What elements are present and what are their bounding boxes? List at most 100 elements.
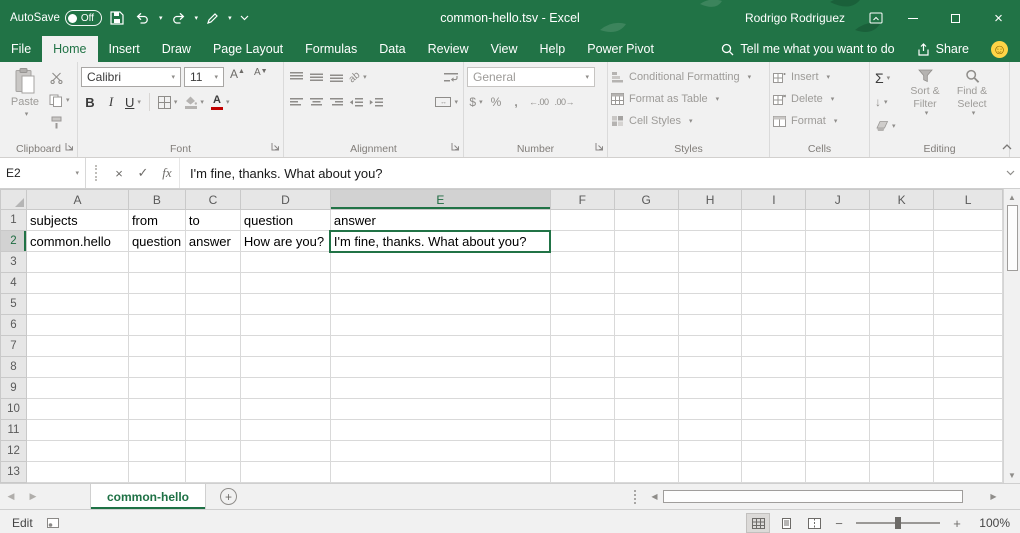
cell-B12[interactable] — [128, 441, 185, 462]
row-header-7[interactable]: 7 — [1, 336, 27, 357]
cell-E11[interactable] — [330, 420, 550, 441]
underline-button[interactable]: U▾ — [123, 92, 143, 112]
row-header-11[interactable]: 11 — [1, 420, 27, 441]
cell-J13[interactable] — [806, 462, 870, 483]
cell-D13[interactable] — [240, 462, 330, 483]
cell-E12[interactable] — [330, 441, 550, 462]
row-header-6[interactable]: 6 — [1, 315, 27, 336]
cell-B13[interactable] — [128, 462, 185, 483]
tell-me-box[interactable]: Tell me what you want to do — [721, 42, 894, 56]
row-header-4[interactable]: 4 — [1, 273, 27, 294]
cell-F7[interactable] — [550, 336, 614, 357]
cell-C10[interactable] — [185, 399, 240, 420]
cell-H4[interactable] — [678, 273, 742, 294]
cell-A2[interactable]: common.hello — [26, 231, 128, 252]
cell-D3[interactable] — [240, 252, 330, 273]
cell-B2[interactable]: question — [128, 231, 185, 252]
cell-J4[interactable] — [806, 273, 870, 294]
cell-styles-button[interactable]: Cell Styles▾ — [611, 110, 766, 131]
font-name-select[interactable]: Calibri▾ — [81, 67, 181, 87]
cell-G10[interactable] — [614, 399, 678, 420]
cell-D8[interactable] — [240, 357, 330, 378]
sort-filter-button[interactable]: Sort & Filter ▾ — [902, 65, 949, 140]
cell-L13[interactable] — [934, 462, 1003, 483]
cell-G5[interactable] — [614, 294, 678, 315]
decrease-indent-button[interactable] — [347, 92, 365, 112]
cell-A10[interactable] — [26, 399, 128, 420]
cell-C6[interactable] — [185, 315, 240, 336]
cell-E13[interactable] — [330, 462, 550, 483]
cell-L9[interactable] — [934, 378, 1003, 399]
alignment-dialog-launcher[interactable] — [451, 140, 460, 154]
cell-A5[interactable] — [26, 294, 128, 315]
cell-G8[interactable] — [614, 357, 678, 378]
name-box[interactable]: E2 ▾ — [0, 158, 86, 188]
column-header-J[interactable]: J — [806, 190, 870, 210]
number-dialog-launcher[interactable] — [595, 140, 604, 154]
column-header-C[interactable]: C — [185, 190, 240, 210]
cell-C3[interactable] — [185, 252, 240, 273]
cell-I12[interactable] — [742, 441, 806, 462]
percent-style-button[interactable]: % — [487, 92, 505, 112]
align-left-button[interactable] — [287, 92, 305, 112]
cell-J12[interactable] — [806, 441, 870, 462]
cell-G9[interactable] — [614, 378, 678, 399]
cell-E1[interactable]: answer — [330, 210, 550, 231]
row-header-9[interactable]: 9 — [1, 378, 27, 399]
cell-B8[interactable] — [128, 357, 185, 378]
undo-button[interactable] — [132, 6, 153, 30]
tab-formulas[interactable]: Formulas — [294, 36, 368, 62]
cell-H11[interactable] — [678, 420, 742, 441]
number-format-select[interactable]: General▾ — [467, 67, 595, 87]
new-sheet-button[interactable]: + — [220, 488, 237, 505]
cell-I11[interactable] — [742, 420, 806, 441]
cell-B4[interactable] — [128, 273, 185, 294]
cell-E10[interactable] — [330, 399, 550, 420]
fill-color-button[interactable]: ▾ — [182, 92, 206, 112]
row-header-5[interactable]: 5 — [1, 294, 27, 315]
cell-K6[interactable] — [870, 315, 934, 336]
cell-F8[interactable] — [550, 357, 614, 378]
cell-L6[interactable] — [934, 315, 1003, 336]
cell-A4[interactable] — [26, 273, 128, 294]
cell-D11[interactable] — [240, 420, 330, 441]
cell-H13[interactable] — [678, 462, 742, 483]
column-header-D[interactable]: D — [240, 190, 330, 210]
column-header-E[interactable]: E — [330, 190, 550, 210]
cell-J11[interactable] — [806, 420, 870, 441]
cell-I4[interactable] — [742, 273, 806, 294]
vertical-scrollbar[interactable]: ▲ ▼ — [1003, 189, 1020, 483]
cell-E2[interactable]: I'm fine, thanks. What about you? — [330, 231, 550, 252]
tab-insert[interactable]: Insert — [98, 36, 151, 62]
copy-button[interactable]: ▾ — [47, 90, 72, 110]
cell-L7[interactable] — [934, 336, 1003, 357]
cell-F2[interactable] — [550, 231, 614, 252]
zoom-out-button[interactable]: − — [830, 516, 848, 531]
scroll-left-arrow[interactable]: ◀ — [646, 484, 663, 509]
page-break-preview-button[interactable] — [802, 513, 826, 533]
row-header-12[interactable]: 12 — [1, 441, 27, 462]
align-center-button[interactable] — [307, 92, 325, 112]
cell-J7[interactable] — [806, 336, 870, 357]
sheet-tab-common-hello[interactable]: common-hello — [90, 484, 206, 509]
cell-K2[interactable] — [870, 231, 934, 252]
sheet-nav-right-button[interactable]: ▶ — [22, 484, 44, 509]
cell-B3[interactable] — [128, 252, 185, 273]
cell-G12[interactable] — [614, 441, 678, 462]
cell-A1[interactable]: subjects — [26, 210, 128, 231]
cell-G11[interactable] — [614, 420, 678, 441]
customize-qat-button[interactable] — [237, 6, 253, 30]
cell-B10[interactable] — [128, 399, 185, 420]
sheet-nav-left-button[interactable]: ◀ — [0, 484, 22, 509]
cell-J1[interactable] — [806, 210, 870, 231]
cell-C5[interactable] — [185, 294, 240, 315]
cell-B9[interactable] — [128, 378, 185, 399]
column-header-B[interactable]: B — [128, 190, 185, 210]
redo-button[interactable] — [168, 6, 189, 30]
autosave-toggle[interactable]: Off — [65, 10, 102, 26]
tab-help[interactable]: Help — [529, 36, 577, 62]
horizontal-scroll-track[interactable] — [663, 484, 985, 509]
format-cells-button[interactable]: Format▾ — [773, 110, 866, 131]
close-button[interactable]: × — [977, 0, 1020, 36]
tab-scroll-splitter[interactable] — [634, 490, 638, 504]
